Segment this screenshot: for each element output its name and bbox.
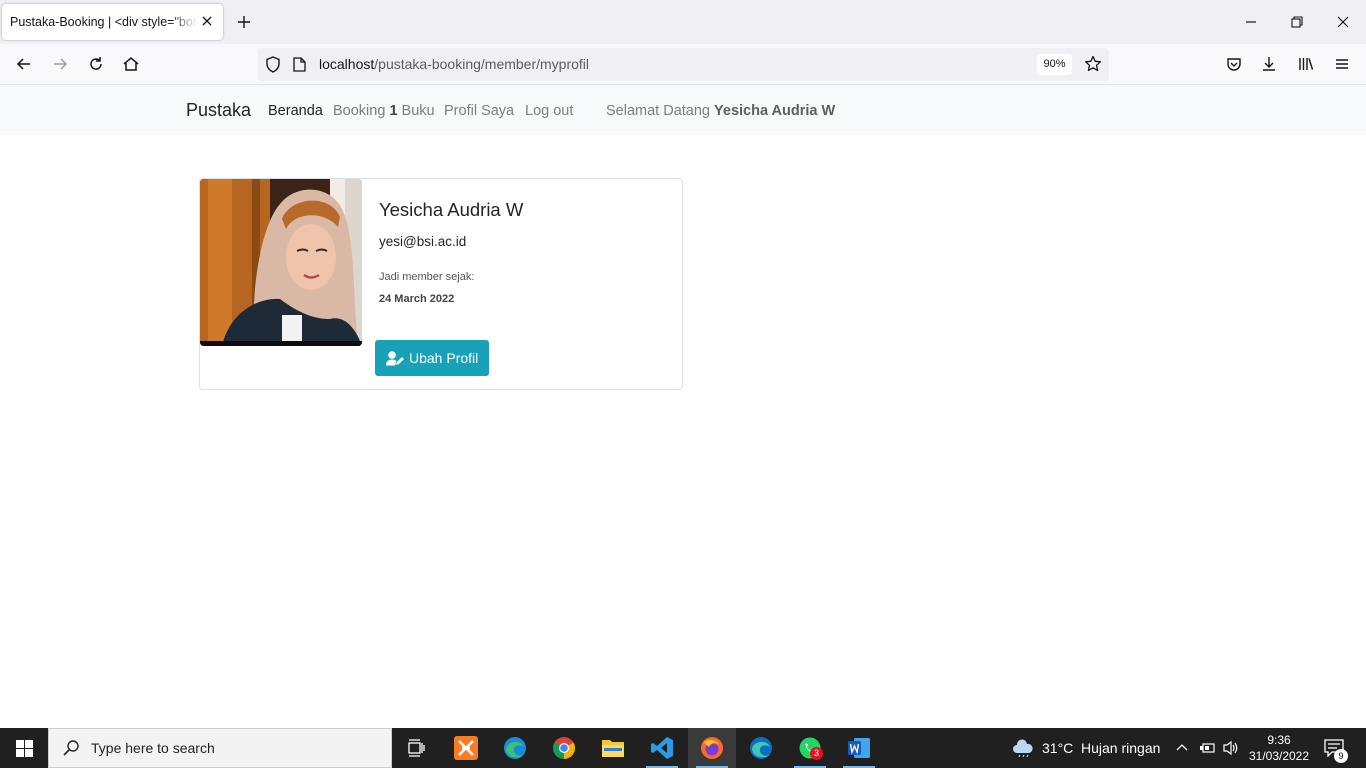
profile-card: Yesicha Audria W yesi@bsi.ac.id Jadi mem… bbox=[199, 178, 683, 390]
url-bar[interactable]: localhost/pustaka-booking/member/myprofi… bbox=[258, 48, 1109, 81]
home-icon[interactable] bbox=[122, 55, 140, 73]
folder-icon bbox=[602, 740, 624, 757]
profile-photo bbox=[200, 179, 362, 346]
nav-booking-label: Booking bbox=[333, 103, 386, 119]
taskbar-search[interactable]: Type here to search bbox=[48, 728, 392, 768]
battery-network-icon[interactable] bbox=[1198, 741, 1216, 755]
close-tab-icon[interactable] bbox=[200, 14, 214, 28]
notification-count: 9 bbox=[1334, 749, 1348, 763]
whatsapp-app[interactable]: 3 bbox=[786, 728, 834, 768]
word-icon bbox=[848, 738, 870, 758]
taskbar-search-placeholder: Type here to search bbox=[91, 740, 215, 756]
search-icon bbox=[63, 740, 79, 756]
edge-app[interactable] bbox=[491, 728, 539, 768]
restore-icon[interactable] bbox=[1289, 14, 1305, 30]
welcome-prefix: Selamat Datang bbox=[606, 103, 710, 119]
url-text[interactable]: localhost/pustaka-booking/member/myprofi… bbox=[319, 56, 589, 72]
menu-icon[interactable] bbox=[1333, 55, 1351, 73]
minimize-icon[interactable] bbox=[1243, 14, 1259, 30]
xampp-app[interactable] bbox=[442, 728, 490, 768]
nav-booking[interactable]: Booking 1 Buku bbox=[333, 103, 435, 119]
browser-toolbar: localhost/pustaka-booking/member/myprofi… bbox=[0, 44, 1366, 85]
task-view-icon bbox=[408, 739, 425, 757]
task-view-button[interactable] bbox=[392, 728, 440, 768]
nav-logout[interactable]: Log out bbox=[525, 103, 573, 119]
start-button[interactable] bbox=[0, 728, 48, 768]
url-path: /pustaka-booking/member/myprofil bbox=[374, 56, 590, 72]
weather-icon[interactable] bbox=[1012, 739, 1034, 757]
edit-profile-button[interactable]: Ubah Profil bbox=[375, 340, 489, 376]
profile-name: Yesicha Audria W bbox=[379, 199, 524, 220]
chrome-icon bbox=[553, 737, 575, 759]
site-navbar: Pustaka Beranda Booking 1 Buku Profil Sa… bbox=[0, 85, 1366, 135]
bookmark-star-icon[interactable] bbox=[1084, 55, 1102, 73]
shield-icon[interactable] bbox=[265, 56, 281, 73]
windows-taskbar: Type here to search 3 31°C Hujan ringan … bbox=[0, 728, 1366, 768]
nav-booking-count: 1 bbox=[389, 103, 398, 119]
library-icon[interactable] bbox=[1297, 55, 1315, 73]
reload-icon[interactable] bbox=[87, 55, 105, 73]
nav-profil-saya[interactable]: Profil Saya bbox=[444, 103, 514, 119]
vscode-app[interactable] bbox=[638, 728, 686, 768]
pocket-icon[interactable] bbox=[1225, 55, 1243, 73]
edge-dev-app[interactable] bbox=[737, 728, 785, 768]
url-host: localhost bbox=[319, 56, 375, 72]
nav-booking-suffix: Buku bbox=[401, 103, 435, 119]
whatsapp-badge: 3 bbox=[810, 747, 823, 760]
firefox-icon bbox=[701, 737, 723, 759]
close-window-icon[interactable] bbox=[1335, 14, 1351, 30]
firefox-app[interactable] bbox=[688, 728, 736, 768]
chevron-up-icon[interactable] bbox=[1176, 742, 1188, 752]
vscode-icon bbox=[651, 737, 673, 759]
edge-dev-icon bbox=[750, 737, 772, 759]
member-since-date: 24 March 2022 bbox=[379, 293, 455, 305]
weather-temp[interactable]: 31°C bbox=[1042, 740, 1073, 756]
volume-icon[interactable] bbox=[1222, 740, 1240, 756]
nav-beranda[interactable]: Beranda bbox=[268, 103, 323, 119]
clock-date: 31/03/2022 bbox=[1248, 749, 1310, 763]
weather-desc[interactable]: Hujan ringan bbox=[1081, 740, 1160, 756]
browser-tab[interactable]: Pustaka-Booking | <div style="bord bbox=[2, 4, 223, 40]
forward-icon[interactable] bbox=[51, 55, 69, 73]
windows-logo-icon bbox=[15, 739, 33, 757]
site-brand[interactable]: Pustaka bbox=[186, 100, 251, 121]
chrome-app[interactable] bbox=[540, 728, 588, 768]
file-explorer-app[interactable] bbox=[589, 728, 637, 768]
tab-title: Pustaka-Booking | <div style="bord bbox=[10, 15, 198, 29]
clock-time: 9:36 bbox=[1267, 733, 1291, 747]
profile-email: yesi@bsi.ac.id bbox=[379, 234, 467, 249]
welcome-text: Selamat Datang Yesicha Audria W bbox=[606, 103, 835, 119]
edit-profile-label: Ubah Profil bbox=[409, 350, 479, 366]
zoom-indicator[interactable]: 90% bbox=[1037, 54, 1072, 75]
member-since-label: Jadi member sejak: bbox=[379, 271, 475, 283]
browser-tab-bar: Pustaka-Booking | <div style="bord bbox=[0, 0, 1366, 44]
welcome-name: Yesicha Audria W bbox=[714, 103, 836, 119]
edge-icon bbox=[504, 737, 526, 759]
download-icon[interactable] bbox=[1260, 55, 1278, 73]
user-edit-icon bbox=[386, 350, 404, 365]
xampp-icon bbox=[454, 736, 478, 760]
back-icon[interactable] bbox=[15, 55, 33, 73]
word-app[interactable] bbox=[835, 728, 883, 768]
page-icon[interactable] bbox=[293, 57, 306, 72]
taskbar-clock[interactable]: 9:36 31/03/2022 bbox=[1244, 732, 1314, 764]
new-tab-icon[interactable] bbox=[236, 14, 252, 30]
